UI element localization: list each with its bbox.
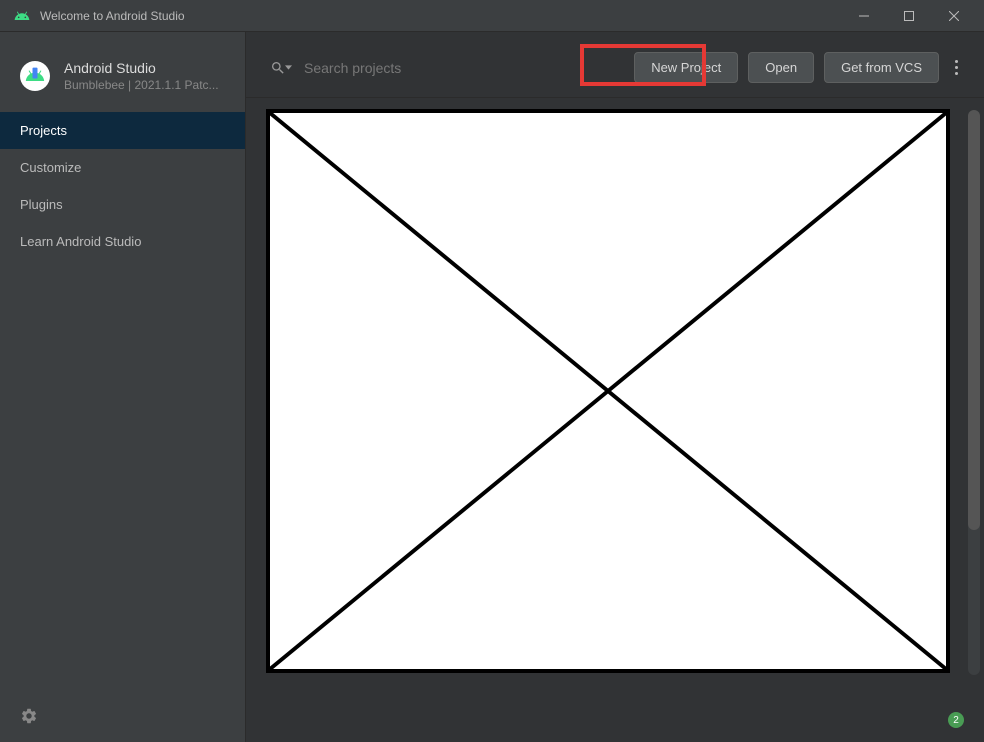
app-version: Bumblebee | 2021.1.1 Patc... — [64, 78, 219, 92]
maximize-button[interactable] — [886, 0, 931, 32]
sidebar-item-customize[interactable]: Customize — [0, 149, 245, 186]
app-logo — [20, 61, 50, 91]
minimize-button[interactable] — [841, 0, 886, 32]
search-icon — [270, 60, 292, 76]
placeholder-image — [266, 109, 950, 673]
app-name: Android Studio — [64, 60, 219, 76]
sidebar-item-label: Plugins — [20, 197, 63, 212]
new-project-button[interactable]: New Project — [634, 52, 738, 83]
gear-icon[interactable] — [20, 712, 38, 729]
sidebar-item-projects[interactable]: Projects — [0, 112, 245, 149]
sidebar-item-learn[interactable]: Learn Android Studio — [0, 223, 245, 260]
search-input[interactable] — [300, 54, 624, 82]
close-button[interactable] — [931, 0, 976, 32]
open-button[interactable]: Open — [748, 52, 814, 83]
notification-badge[interactable]: 2 — [948, 712, 964, 728]
get-from-vcs-button[interactable]: Get from VCS — [824, 52, 939, 83]
sidebar-nav: Projects Customize Plugins Learn Android… — [0, 112, 245, 695]
sidebar-header: Android Studio Bumblebee | 2021.1.1 Patc… — [0, 32, 245, 112]
android-icon — [14, 8, 30, 24]
more-menu-icon[interactable] — [949, 54, 964, 81]
sidebar: Android Studio Bumblebee | 2021.1.1 Patc… — [0, 32, 246, 742]
content-area — [246, 98, 984, 742]
toolbar: New Project Open Get from VCS — [246, 32, 984, 98]
window-controls — [841, 0, 976, 32]
titlebar: Welcome to Android Studio — [0, 0, 984, 32]
sidebar-footer — [0, 695, 245, 742]
scrollbar-thumb[interactable] — [968, 110, 980, 530]
window-title: Welcome to Android Studio — [40, 9, 841, 23]
sidebar-item-label: Learn Android Studio — [20, 234, 141, 249]
main-panel: New Project Open Get from VCS 2 — [246, 32, 984, 742]
search-wrap — [270, 54, 624, 82]
sidebar-item-label: Projects — [20, 123, 67, 138]
sidebar-item-plugins[interactable]: Plugins — [0, 186, 245, 223]
sidebar-item-label: Customize — [20, 160, 81, 175]
